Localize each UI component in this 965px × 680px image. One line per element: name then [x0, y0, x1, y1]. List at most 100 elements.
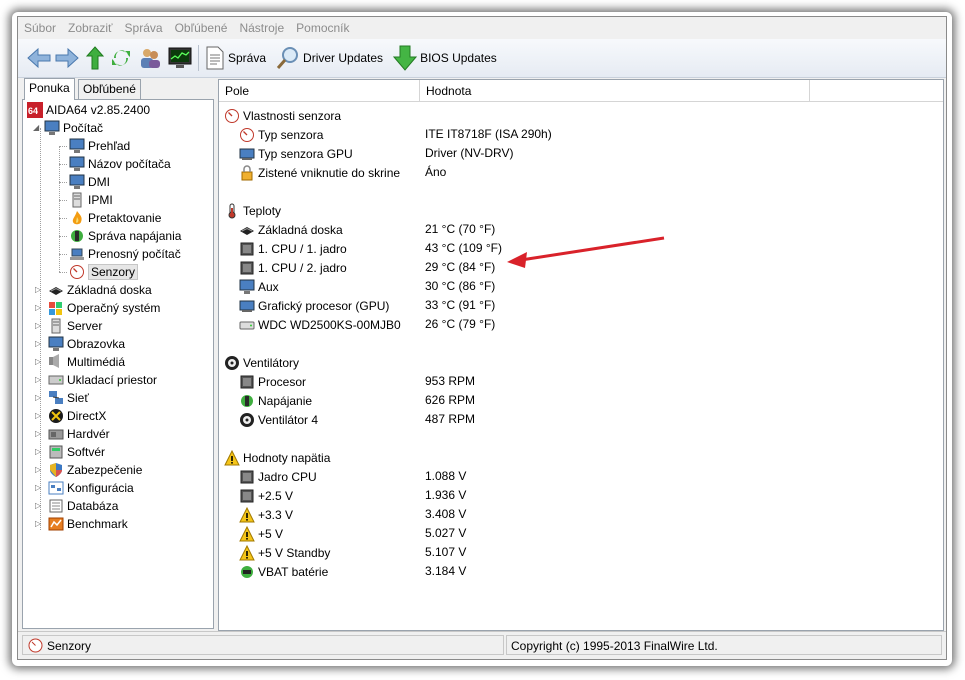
annotation-arrow — [507, 236, 665, 268]
sidebar-item-server[interactable]: ▷ Server — [35, 317, 102, 335]
expand-icon[interactable]: ▷ — [35, 376, 43, 384]
tree-item-root[interactable]: 64 AIDA64 v2.85.2400 — [27, 101, 150, 119]
list-item[interactable]: Zistené vniknutie do skrine — [239, 163, 400, 182]
sidebar-item-nazov-pocitaca[interactable]: Názov počítača — [69, 155, 171, 173]
sidebar-item-softver[interactable]: ▷ Softvér — [35, 443, 105, 461]
expand-icon[interactable]: ▷ — [35, 466, 43, 474]
list-item[interactable]: +5 V — [239, 524, 283, 543]
expand-icon[interactable]: ▷ — [35, 484, 43, 492]
list-item[interactable]: Základná doska — [239, 220, 343, 239]
tree-label: Zabezpečenie — [67, 463, 143, 477]
expand-icon[interactable]: ▷ — [35, 520, 43, 528]
expand-icon[interactable]: ▷ — [35, 286, 43, 294]
sidebar-item-directx[interactable]: ▷ DirectX — [35, 407, 106, 425]
list-item[interactable]: 1. CPU / 2. jadro — [239, 258, 347, 277]
list-item[interactable]: Grafický procesor (GPU) — [239, 296, 389, 315]
up-button[interactable] — [86, 43, 104, 73]
sidebar-item-dmi[interactable]: DMI — [69, 173, 110, 191]
users-button[interactable] — [138, 43, 162, 73]
forward-button[interactable] — [54, 43, 80, 73]
sidebar-item-ipmi[interactable]: IPMI — [69, 191, 113, 209]
monitor-icon — [69, 138, 85, 154]
configuration-icon — [48, 480, 64, 496]
field-value: 1.088 V — [425, 469, 467, 483]
sidebar-item-databaza[interactable]: ▷ Databáza — [35, 497, 118, 515]
back-button[interactable] — [26, 43, 52, 73]
network-icon — [48, 390, 64, 406]
database-icon — [48, 498, 64, 514]
sensor-gauge-icon — [239, 127, 255, 143]
status-bar: Senzory Copyright (c) 1995-2013 FinalWir… — [18, 631, 946, 658]
menu-help[interactable]: Pomocník — [290, 21, 355, 35]
expand-icon[interactable]: ▷ — [35, 322, 43, 330]
report-label: Správa — [228, 51, 267, 65]
tree-label: Konfigurácia — [67, 481, 134, 495]
list-item[interactable]: +2.5 V — [239, 486, 293, 505]
expand-icon[interactable]: ▷ — [35, 430, 43, 438]
sidebar-item-konfiguracia[interactable]: ▷ Konfigurácia — [35, 479, 134, 497]
monitor-button[interactable] — [168, 43, 192, 73]
expand-icon[interactable]: ▷ — [35, 358, 43, 366]
sidebar-item-multimedia[interactable]: ▷ Multimédiá — [35, 353, 125, 371]
cpu-chip-icon — [239, 488, 255, 504]
report-button[interactable]: Správa — [205, 43, 266, 73]
bios-updates-button[interactable]: BIOS Updates — [393, 43, 497, 73]
column-header-value[interactable]: Hodnota — [420, 80, 810, 102]
refresh-button[interactable] — [110, 43, 132, 73]
menu-view[interactable]: Zobraziť — [62, 21, 119, 35]
sidebar-item-operacny-system[interactable]: ▷ Operačný systém — [35, 299, 160, 317]
field-label: WDC WD2500KS-00MJB0 — [258, 317, 401, 332]
menu-favorites[interactable]: Obľúbené — [169, 21, 234, 35]
list-item[interactable]: VBAT batérie — [239, 562, 328, 581]
sidebar-item-obrazovka[interactable]: ▷ Obrazovka — [35, 335, 125, 353]
expand-icon[interactable]: ▷ — [35, 412, 43, 420]
expand-icon[interactable]: ▷ — [35, 340, 43, 348]
software-icon — [48, 444, 64, 460]
menu-tools[interactable]: Nástroje — [233, 21, 290, 35]
tab-favorites[interactable]: Obľúbené — [78, 79, 141, 99]
expand-icon[interactable]: ▷ — [35, 502, 43, 510]
list-item[interactable]: Aux — [239, 277, 279, 296]
sidebar-item-siet[interactable]: ▷ Sieť — [35, 389, 89, 407]
tree-item-computer[interactable]: ◢ Počítač — [33, 119, 103, 137]
list-item[interactable]: Ventilátor 4 — [239, 410, 318, 429]
shield-icon — [48, 462, 64, 478]
sidebar-item-hardver[interactable]: ▷ Hardvér — [35, 425, 110, 443]
list-item[interactable]: Napájanie — [239, 391, 312, 410]
list-item[interactable]: Typ senzora — [239, 125, 323, 144]
list-item[interactable]: 1. CPU / 1. jadro — [239, 239, 347, 258]
menu-file[interactable]: Súbor — [24, 21, 62, 35]
column-header-field[interactable]: Pole — [219, 80, 420, 102]
section-header-sensor-props: Vlastnosti senzora — [224, 106, 341, 125]
expand-icon[interactable]: ▷ — [35, 448, 43, 456]
sidebar-item-prehlad[interactable]: Prehľad — [69, 137, 130, 155]
flame-icon — [69, 210, 85, 226]
sidebar-item-pretaktovanie[interactable]: Pretaktovanie — [69, 209, 161, 227]
sidebar-item-prenosny-pocitac[interactable]: Prenosný počítač — [69, 245, 181, 263]
list-item[interactable]: Typ senzora GPU — [239, 144, 353, 163]
sidebar-item-senzory[interactable]: Senzory — [69, 263, 139, 281]
tree-label: Prehľad — [88, 139, 131, 153]
menu-report[interactable]: Správa — [119, 21, 169, 35]
list-item[interactable]: Jadro CPU — [239, 467, 317, 486]
list-item[interactable]: Procesor — [239, 372, 306, 391]
toolbar: Správa Driver Updates BIOS Updates — [18, 39, 946, 78]
list-item[interactable]: WDC WD2500KS-00MJB0 — [239, 315, 401, 334]
driver-updates-button[interactable]: Driver Updates — [276, 43, 383, 73]
expand-icon[interactable]: ▷ — [35, 304, 43, 312]
field-value: 5.027 V — [425, 526, 467, 540]
tree-label: Operačný systém — [67, 301, 161, 315]
sidebar-item-sprava-napajania[interactable]: Správa napájania — [69, 227, 181, 245]
field-label: +5 V Standby — [258, 545, 331, 560]
sidebar-item-zakladna-doska[interactable]: ▷ Základná doska — [35, 281, 152, 299]
sidebar-item-zabezpecenie[interactable]: ▷ Zabezpečenie — [35, 461, 142, 479]
list-item[interactable]: +3.3 V — [239, 505, 293, 524]
tree-label: Databáza — [67, 499, 119, 513]
list-item[interactable]: +5 V Standby — [239, 543, 330, 562]
field-value: 5.107 V — [425, 545, 467, 559]
expand-icon[interactable]: ▷ — [35, 394, 43, 402]
collapse-icon[interactable]: ◢ — [33, 124, 41, 132]
tab-menu[interactable]: Ponuka — [24, 78, 75, 100]
sidebar-item-ukladaci-priestor[interactable]: ▷ Ukladací priestor — [35, 371, 157, 389]
sidebar-item-benchmark[interactable]: ▷ Benchmark — [35, 515, 128, 533]
